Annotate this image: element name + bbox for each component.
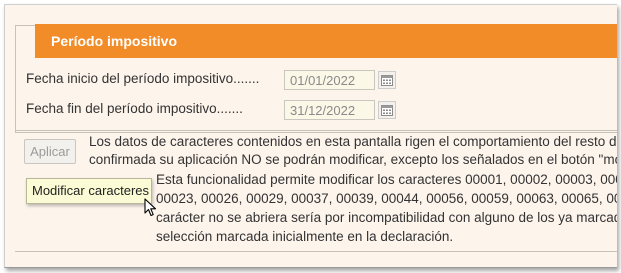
calendar-icon[interactable] xyxy=(378,71,396,89)
mouse-pointer-icon xyxy=(144,198,158,223)
info-line: selección marcada inicialmente en la dec… xyxy=(156,229,454,244)
description-line: confirmada su aplicación NO se podrán mo… xyxy=(89,152,617,167)
section-header: Período impositivo xyxy=(35,24,617,58)
description-line: Los datos de caracteres contenidos en es… xyxy=(89,134,617,149)
calendar-icon[interactable] xyxy=(378,101,396,119)
section-title: Período impositivo xyxy=(51,33,178,49)
info-line: 00023, 00026, 00029, 00037, 00039, 00044… xyxy=(156,191,617,206)
info-line: carácter no se abriera sería por incompa… xyxy=(156,210,617,225)
declaration-panel: Período impositivo Fecha inicio del perí… xyxy=(4,4,617,268)
divider xyxy=(15,130,617,131)
start-date-label: Fecha inicio del período impositivo.....… xyxy=(26,71,260,86)
end-date-input[interactable]: 31/12/2022 xyxy=(284,100,375,120)
start-date-input[interactable]: 01/01/2022 xyxy=(284,70,375,90)
modify-characters-button[interactable]: Modificar caracteres xyxy=(26,178,152,204)
bottom-divider xyxy=(15,251,617,252)
info-line: Esta funcionalidad permite modificar los… xyxy=(156,172,617,187)
apply-button[interactable]: Aplicar xyxy=(24,139,76,164)
end-date-label: Fecha fin del período impositivo....... xyxy=(26,101,243,116)
